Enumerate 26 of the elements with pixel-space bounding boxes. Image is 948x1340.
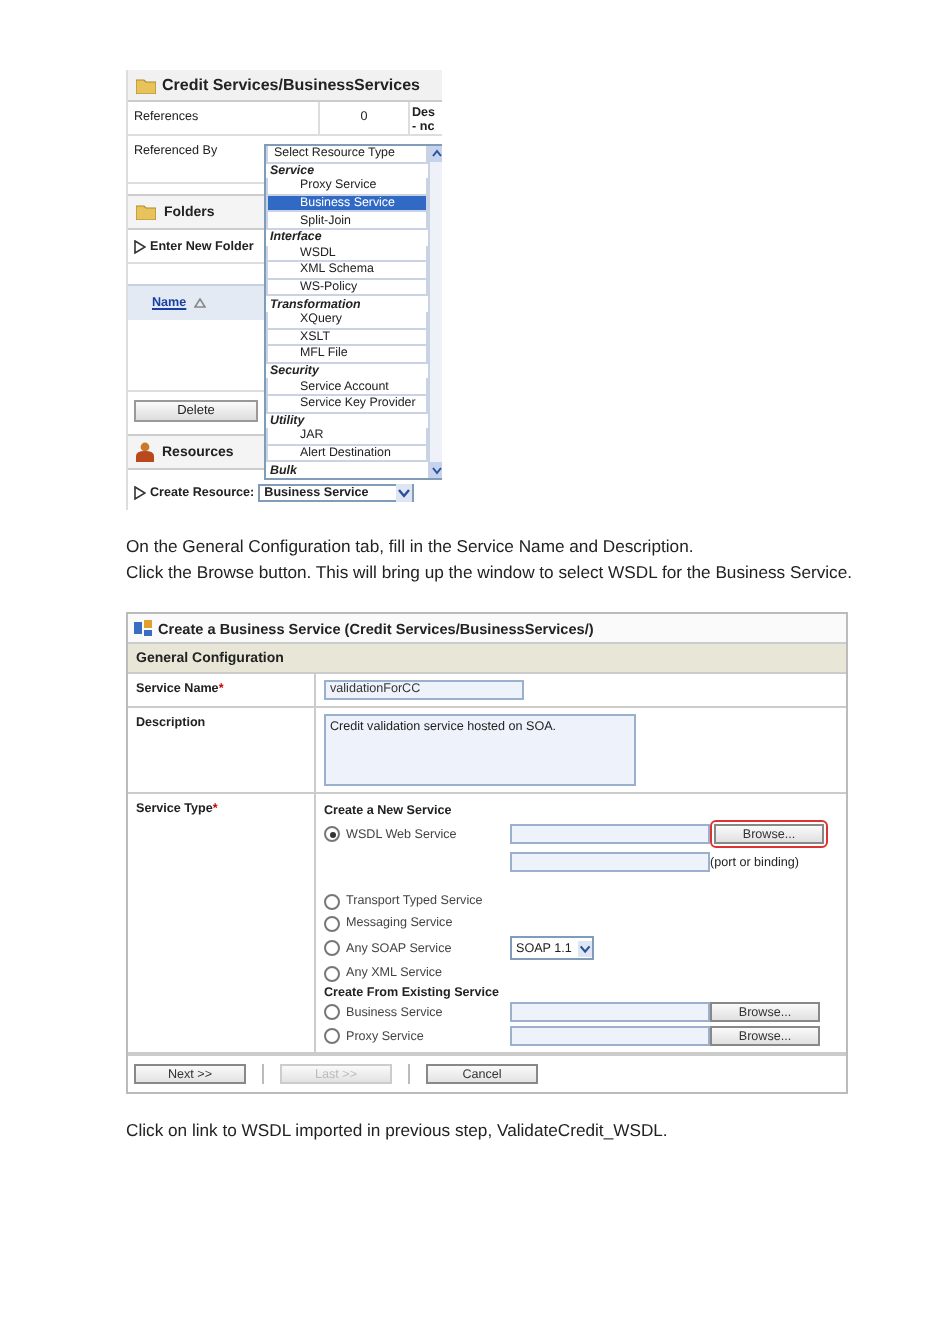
instruction-text: On the General Configuration tab, fill in the Service Name and Description. [126, 534, 696, 559]
radio-button[interactable] [324, 940, 340, 956]
service-field[interactable] [510, 1002, 710, 1022]
expand-icon[interactable] [134, 486, 146, 500]
radio-button[interactable] [324, 1004, 340, 1020]
folder-icon [136, 77, 156, 93]
radio-button[interactable] [324, 965, 340, 981]
radio-button[interactable] [324, 826, 340, 842]
radio-button[interactable] [324, 1028, 340, 1044]
service-field[interactable] [510, 1026, 710, 1046]
scroll-down-icon[interactable] [430, 462, 442, 478]
sort-icon[interactable] [194, 298, 207, 308]
instruction-text: Click the Browse button. This will bring up the window to select WSDL for the Business Service. [126, 559, 855, 584]
service-icon [134, 620, 152, 636]
user-icon [136, 442, 154, 462]
binding-field[interactable] [510, 852, 710, 872]
caret-icon[interactable] [396, 484, 413, 502]
radio-button[interactable] [324, 893, 340, 909]
panel-title: Credit Services/BusinessServices [162, 76, 420, 94]
radio-button[interactable] [324, 915, 340, 931]
scroll-up-icon[interactable] [430, 146, 442, 162]
folder-icon [136, 204, 156, 220]
instruction-text: Click on link to WSDL imported in previous step, ValidateCredit_WSDL. [126, 1118, 670, 1143]
wsdl-field[interactable] [510, 824, 710, 844]
caret-icon[interactable] [577, 939, 592, 957]
expand-icon[interactable] [134, 239, 146, 253]
